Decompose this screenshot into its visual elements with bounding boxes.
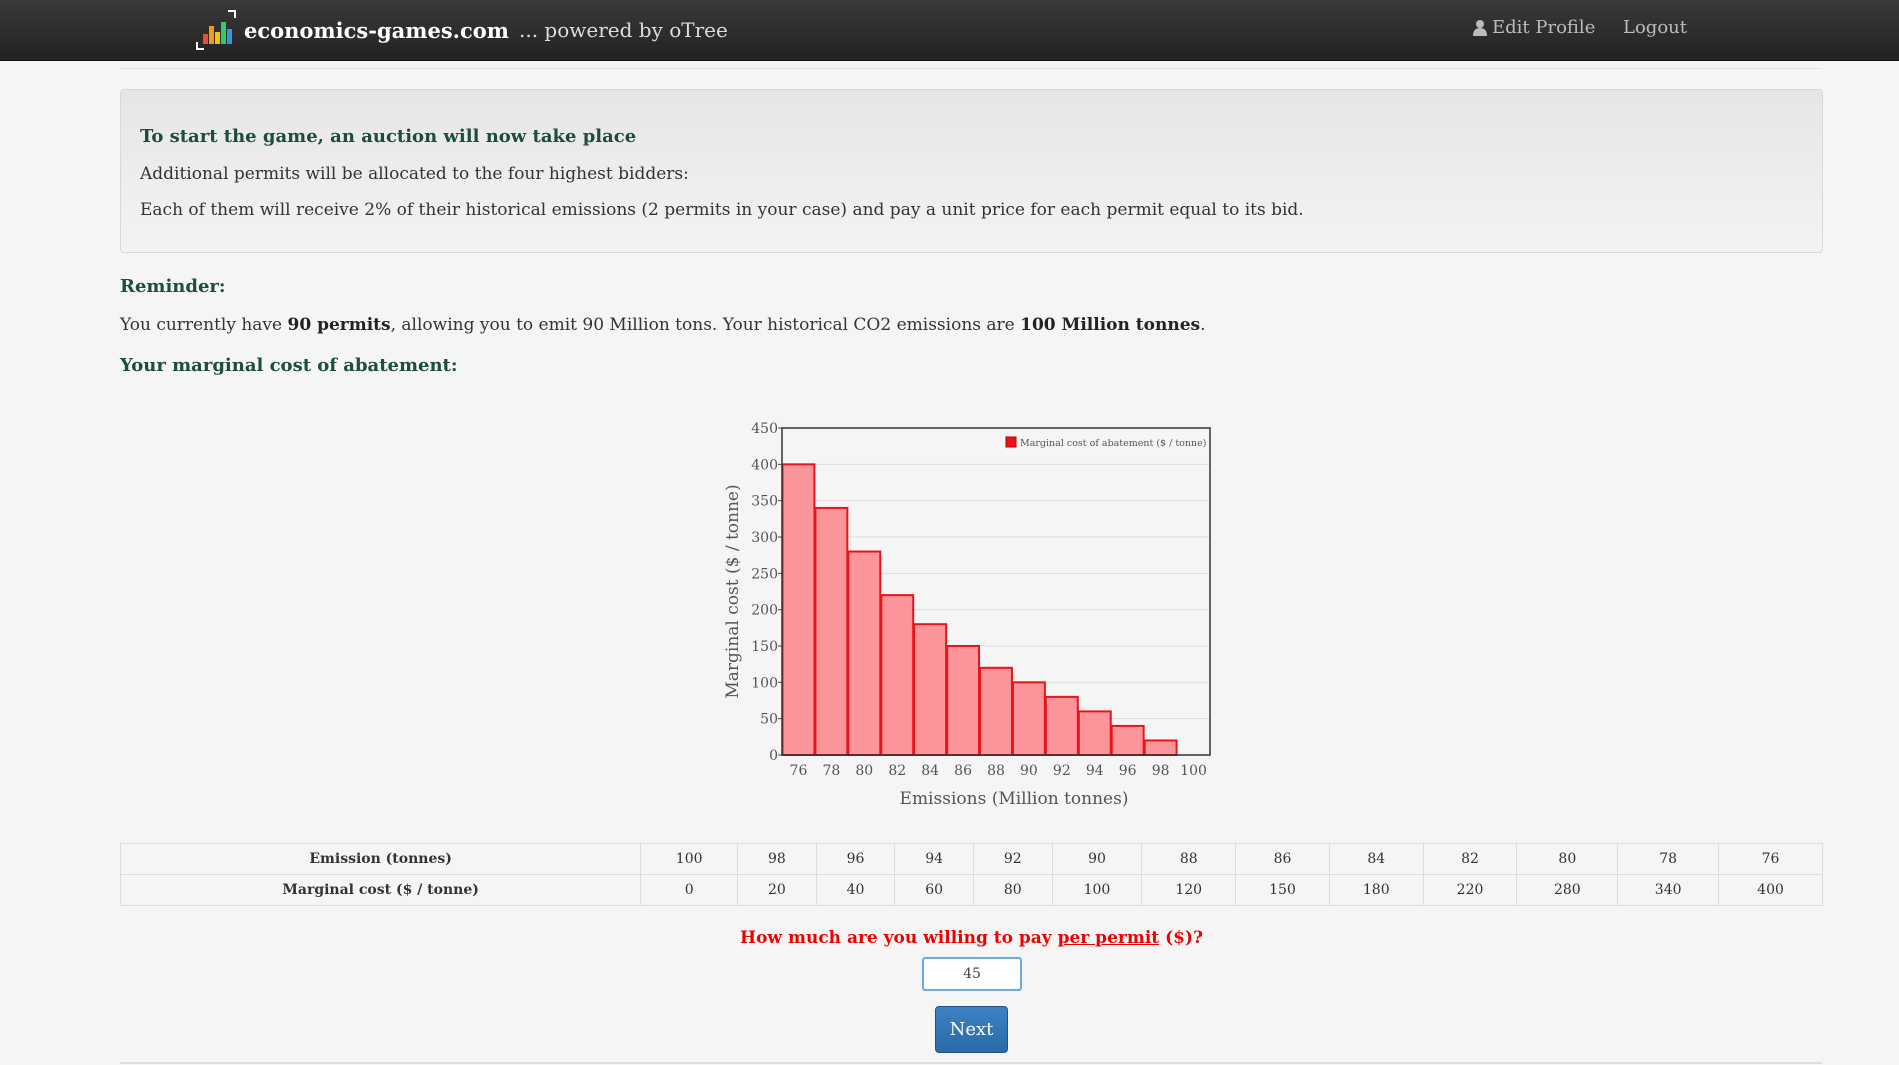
table-cell: 180: [1328, 874, 1424, 906]
bar: [1143, 739, 1178, 757]
table-cell: 84: [1328, 843, 1424, 875]
table-cell: 98: [737, 843, 817, 875]
table-cell: 78: [1617, 843, 1720, 875]
table-cell: 100: [640, 843, 739, 875]
table-cell: 280: [1516, 874, 1619, 906]
table-cell: 96: [815, 843, 896, 875]
x-tick-label: 90: [1020, 763, 1038, 779]
y-tick-label: 150: [751, 639, 778, 655]
x-tick-label: 78: [822, 763, 840, 779]
x-tick-label: 76: [790, 763, 808, 779]
table-cell: 80: [1516, 843, 1619, 875]
y-tick-label: 350: [751, 494, 778, 510]
table-cell: 80: [972, 874, 1053, 906]
bar: [1077, 710, 1112, 756]
bid-question: How much are you willing to pay per perm…: [740, 928, 1203, 948]
table-cell: 400: [1718, 874, 1823, 906]
bar: [946, 645, 981, 756]
auction-rule-line-2: Each of them will receive 2% of their hi…: [140, 200, 1304, 220]
bar: [1044, 695, 1079, 757]
table-cell: 92: [972, 843, 1053, 875]
y-tick-label: 300: [751, 530, 778, 546]
y-tick-label: 100: [751, 675, 778, 691]
table-cell: 40: [815, 874, 896, 906]
edit-profile-label: Edit Profile: [1492, 17, 1596, 38]
reminder-text: You currently have 90 permits, allowing …: [120, 315, 1206, 335]
bar: [1011, 681, 1046, 757]
table-row-header: Marginal cost ($ / tonne): [119, 874, 642, 906]
y-tick-label: 50: [760, 712, 778, 728]
edit-profile-link[interactable]: Edit Profile: [1472, 17, 1595, 38]
table-cell: 76: [1718, 843, 1823, 875]
y-axis-label: Marginal cost ($ / tonne): [723, 484, 743, 698]
table-cell: 150: [1235, 874, 1330, 906]
marginal-cost-chart: 0 50 100 150 200 250 300 350 400 450 76 78 80 82 84 86 8…: [723, 421, 1211, 809]
bar: [880, 594, 915, 756]
y-tick-label: 0: [769, 748, 778, 764]
table-cell: 20: [737, 874, 817, 906]
x-tick-label: 100: [1180, 763, 1207, 779]
navbar: economics-games.com ... powered by oTree…: [0, 0, 1899, 61]
bar: [814, 506, 849, 756]
bar: [913, 623, 948, 756]
bar: [1110, 724, 1145, 756]
table-cell: 100: [1051, 874, 1143, 906]
bar: [847, 550, 882, 756]
y-tick-label: 450: [751, 421, 778, 437]
x-tick-label: 88: [987, 763, 1005, 779]
divider: [120, 1062, 1822, 1064]
x-tick-label: 80: [855, 763, 873, 779]
auction-title: To start the game, an auction will now t…: [140, 126, 637, 147]
bid-input[interactable]: [922, 957, 1022, 991]
permits-count: 90 permits: [287, 315, 391, 335]
reminder-heading: Reminder:: [120, 276, 226, 297]
table-cell: 120: [1141, 874, 1237, 906]
table-cell: 88: [1141, 843, 1237, 875]
table-cell: 90: [1051, 843, 1143, 875]
table-cell: 94: [894, 843, 974, 875]
x-tick-label: 92: [1053, 763, 1071, 779]
x-tick-label: 82: [888, 763, 906, 779]
x-tick-label: 94: [1086, 763, 1104, 779]
bar: [781, 463, 816, 756]
auction-info-panel: To start the game, an auction will now t…: [120, 89, 1823, 253]
y-tick-label: 250: [751, 566, 778, 582]
x-tick-label: 96: [1119, 763, 1137, 779]
y-tick-label: 400: [751, 457, 778, 473]
bar: [979, 666, 1013, 756]
historical-emissions: 100 Million tonnes: [1020, 315, 1201, 335]
x-tick-label: 98: [1152, 763, 1170, 779]
x-axis-label: Emissions (Million tonnes): [900, 789, 1129, 809]
table-row: Marginal cost ($ / tonne) 0 20 40 60 80 100 12…: [119, 874, 1823, 906]
auction-rule-line-1: Additional permits will be allocated to …: [140, 164, 689, 184]
legend-label: Marginal cost of abatement ($ / tonne): [1020, 438, 1206, 449]
next-button[interactable]: Next: [935, 1006, 1008, 1053]
divider: [120, 68, 1822, 69]
x-tick-label: 84: [921, 763, 939, 779]
user-icon: [1473, 20, 1487, 36]
marginal-cost-table: Emission (tonnes) 100 98 96 94 92 90 88 86 84 82 8…: [119, 843, 1823, 906]
table-cell: 0: [640, 874, 739, 906]
table-cell: 220: [1422, 874, 1518, 906]
table-cell: 340: [1617, 874, 1720, 906]
table-cell: 82: [1422, 843, 1518, 875]
marginal-cost-heading: Your marginal cost of abatement:: [120, 355, 458, 376]
per-permit-emphasis: per permit: [1057, 928, 1160, 948]
logout-link[interactable]: Logout: [1623, 17, 1687, 38]
table-cell: 86: [1235, 843, 1330, 875]
x-tick-label: 86: [954, 763, 972, 779]
table-row: Emission (tonnes) 100 98 96 94 92 90 88 86 84 82 8…: [119, 843, 1823, 875]
y-tick-label: 200: [751, 603, 778, 619]
legend-swatch: [1005, 436, 1017, 448]
table-row-header: Emission (tonnes): [119, 843, 642, 875]
table-cell: 60: [894, 874, 974, 906]
